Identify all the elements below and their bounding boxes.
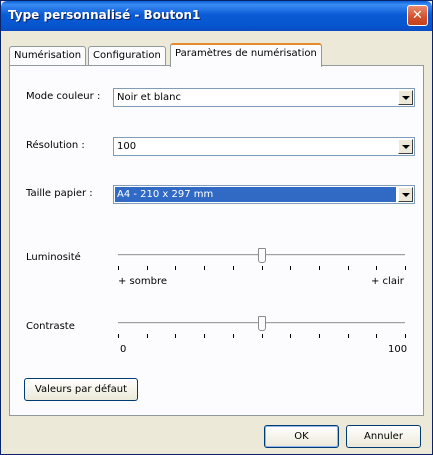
slider-tick — [204, 334, 206, 338]
window-title: Type personnalisé - Bouton1 — [8, 8, 201, 22]
slider-tick — [118, 266, 119, 270]
slider-tick — [376, 266, 378, 270]
resolution-select[interactable]: 100 — [113, 137, 415, 156]
taille-papier-dropdown-button[interactable] — [398, 187, 413, 202]
mode-couleur-select[interactable]: Noir et blanc — [113, 88, 415, 107]
luminosite-max-label: + clair — [371, 276, 404, 287]
slider-tick — [261, 266, 263, 270]
slider-tick — [146, 266, 148, 270]
slider-tick — [232, 334, 234, 338]
slider-tick — [204, 266, 206, 270]
slider-tick — [232, 266, 234, 270]
cancel-button[interactable]: Annuler — [346, 425, 421, 448]
close-button[interactable]: ✕ — [407, 5, 428, 26]
slider-tick — [175, 334, 177, 338]
slider-tick — [376, 334, 378, 338]
ok-label: OK — [294, 431, 309, 442]
dialog-window: Type personnalisé - Bouton1 ✕ Numérisati… — [0, 0, 433, 455]
chevron-down-icon — [401, 192, 410, 197]
slider-tick — [261, 334, 263, 338]
default-values-button[interactable]: Valeurs par défaut — [24, 378, 138, 401]
taille-papier-label: Taille papier : — [26, 188, 93, 199]
resolution-dropdown-button[interactable] — [398, 139, 413, 154]
slider-tick — [347, 266, 349, 270]
slider-tick — [290, 266, 292, 270]
taille-papier-value: A4 - 210 x 297 mm — [115, 187, 396, 202]
tab-parametres-numerisation[interactable]: Paramètres de numérisation — [170, 43, 322, 67]
contraste-min-label: 0 — [120, 344, 127, 355]
tab-configuration[interactable]: Configuration — [88, 46, 166, 66]
mode-couleur-dropdown-button[interactable] — [398, 90, 413, 105]
slider-tick — [118, 334, 119, 338]
contraste-label: Contraste — [26, 321, 75, 332]
ok-button[interactable]: OK — [264, 425, 339, 448]
slider-tick — [405, 334, 406, 338]
mode-couleur-value: Noir et blanc — [117, 92, 182, 103]
slider-tick — [318, 334, 320, 338]
resolution-value: 100 — [117, 141, 137, 152]
chevron-down-icon — [401, 95, 410, 100]
contraste-slider-thumb[interactable] — [257, 316, 266, 331]
luminosite-min-label: + sombre — [118, 276, 168, 287]
mode-couleur-label: Mode couleur : — [26, 91, 101, 102]
luminosite-slider-thumb[interactable] — [257, 248, 266, 263]
slider-tick — [146, 334, 148, 338]
close-icon: ✕ — [412, 8, 423, 23]
slider-tick — [290, 334, 292, 338]
taille-papier-select[interactable]: A4 - 210 x 297 mm — [113, 185, 415, 204]
slider-tick — [175, 266, 177, 270]
tab-numerisation[interactable]: Numérisation — [9, 46, 87, 66]
contraste-max-label: 100 — [388, 344, 408, 355]
slider-tick — [318, 266, 320, 270]
cancel-label: Annuler — [364, 431, 403, 442]
luminosite-label: Luminosité — [26, 252, 81, 263]
slider-tick — [347, 334, 349, 338]
tab-panel: Mode couleur : Noir et blanc Résolution … — [9, 65, 424, 416]
chevron-down-icon — [401, 144, 410, 149]
resolution-label: Résolution : — [26, 140, 85, 151]
default-values-label: Valeurs par défaut — [34, 384, 128, 395]
slider-tick — [405, 266, 406, 270]
title-bar[interactable]: Type personnalisé - Bouton1 ✕ — [1, 1, 432, 31]
